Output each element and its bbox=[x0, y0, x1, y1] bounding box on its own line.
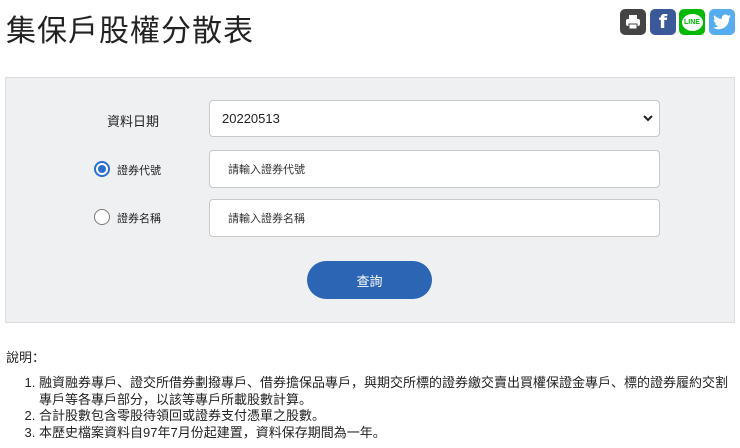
date-select[interactable]: 20220513 bbox=[209, 100, 660, 137]
page-title: 集保戶股權分散表 bbox=[6, 15, 254, 48]
chevron-down-icon bbox=[643, 115, 653, 122]
name-input[interactable]: 請輸入證券名稱 bbox=[209, 199, 660, 237]
line-share-button[interactable]: LINE bbox=[679, 9, 705, 35]
query-button[interactable]: 查詢 bbox=[307, 261, 432, 299]
notes-heading: 說明： bbox=[6, 350, 46, 365]
name-label: 證券名稱 bbox=[117, 213, 161, 225]
code-input[interactable]: 請輸入證券代號 bbox=[209, 150, 660, 188]
name-placeholder: 請輸入證券名稱 bbox=[228, 213, 305, 225]
code-placeholder: 請輸入證券代號 bbox=[228, 164, 305, 176]
print-button[interactable] bbox=[620, 9, 646, 35]
facebook-share-button[interactable]: f bbox=[650, 9, 676, 35]
code-label: 證券代號 bbox=[117, 165, 161, 177]
printer-icon bbox=[626, 15, 640, 30]
twitter-icon bbox=[713, 14, 731, 30]
note-item: 合計股數包含零股待領回或證券支付憑單之股數。 bbox=[39, 408, 730, 425]
date-value: 20220513 bbox=[222, 111, 280, 126]
note-item: 本歷史檔案資料自97年7月份起建置，資料保存期間為一年。 bbox=[39, 425, 730, 442]
code-radio[interactable] bbox=[94, 161, 110, 177]
name-radio[interactable] bbox=[94, 209, 110, 225]
notes-list: 融資融券專戶、證交所借券劃撥專戶、借券擔保品專戶，與期交所標的證券繳交賣出買權保… bbox=[20, 375, 730, 441]
twitter-share-button[interactable] bbox=[709, 9, 735, 35]
note-item: 融資融券專戶、證交所借券劃撥專戶、借券擔保品專戶，與期交所標的證券繳交賣出買權保… bbox=[39, 375, 730, 408]
facebook-icon: f bbox=[658, 11, 668, 33]
line-icon: LINE bbox=[681, 13, 703, 31]
date-label: 資料日期 bbox=[107, 114, 160, 129]
